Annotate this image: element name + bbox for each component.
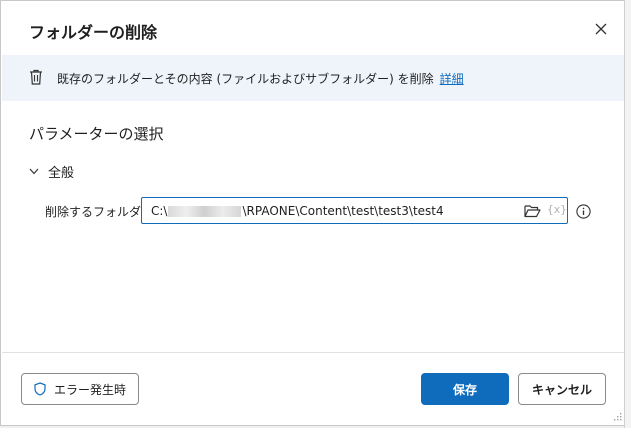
variable-button[interactable]: {x} [547,203,567,216]
dialog-title: フォルダーの削除 [29,23,158,42]
group-label: 全般 [48,166,75,181]
info-icon[interactable] [576,204,591,223]
delete-folder-dialog: フォルダーの削除 既存のフォルダーとその内容 (ファイルおよびサブフォルダー) … [0,0,629,426]
close-button[interactable] [589,17,613,41]
info-banner: 既存のフォルダーとその内容 (ファイルおよびサブフォルダー) を削除 詳細 [2,55,624,101]
section-title: パラメーターの選択 [29,125,164,143]
banner-description: 既存のフォルダーとその内容 (ファイルおよびサブフォルダー) を削除 [57,72,434,86]
shield-icon [34,382,46,396]
folder-open-icon[interactable] [524,203,541,222]
save-button[interactable]: 保存 [421,373,509,405]
details-link[interactable]: 詳細 [440,72,464,86]
background-window-edge [624,0,631,428]
chevron-down-icon [29,168,39,175]
path-prefix: C:\ [151,204,168,218]
cancel-button[interactable]: キャンセル [518,373,606,405]
redacted-path-segment [168,206,242,217]
folder-path-value: C:\ \RPAONE\Content\test\test3\test4 [151,204,444,218]
close-icon [595,23,607,35]
footer-divider [2,352,624,353]
folder-path-input[interactable]: C:\ \RPAONE\Content\test\test3\test4 {x} [141,197,568,224]
on-error-label: エラー発生時 [53,382,126,397]
general-group-toggle[interactable]: 全般 [29,162,74,181]
resize-grip-icon[interactable] [612,411,622,421]
path-suffix: \RPAONE\Content\test\test3\test4 [242,204,444,218]
trash-icon [30,69,42,85]
on-error-button[interactable]: エラー発生時 [21,373,139,405]
banner-text: 既存のフォルダーとその内容 (ファイルおよびサブフォルダー) を削除 詳細 [57,70,464,87]
